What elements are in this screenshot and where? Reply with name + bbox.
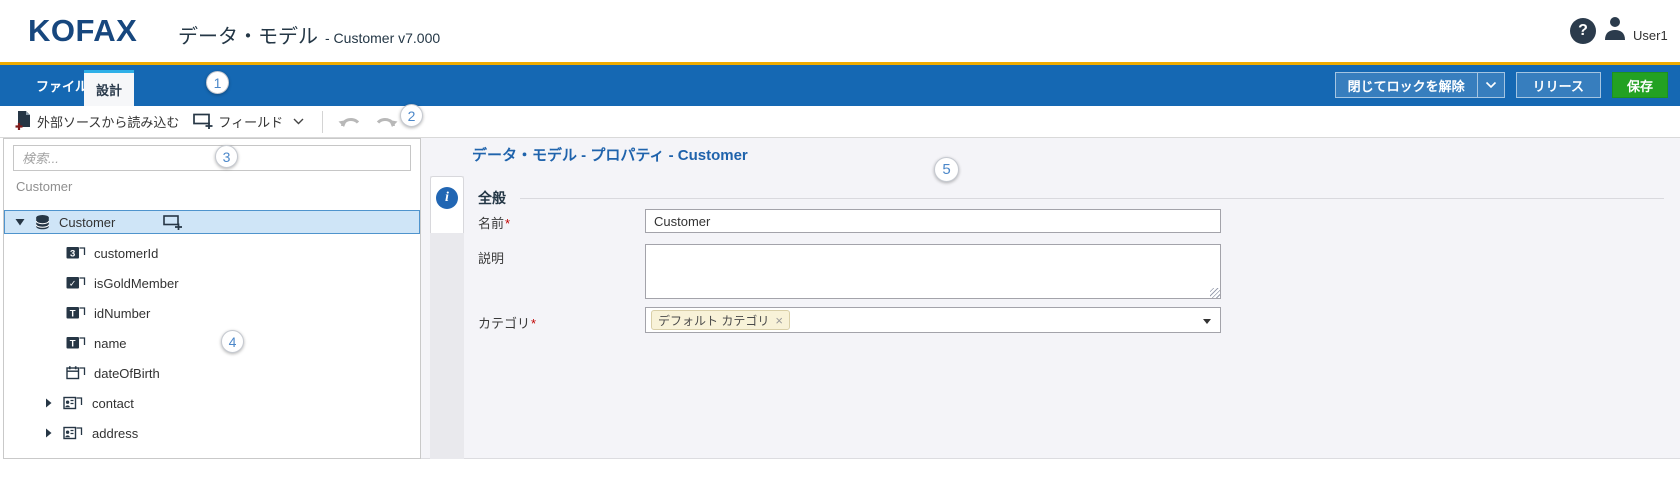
user-icon bbox=[1602, 14, 1628, 46]
category-combobox[interactable]: デフォルト カテゴリ × bbox=[645, 307, 1221, 333]
tree-label: customerId bbox=[94, 246, 158, 261]
tree-label: contact bbox=[92, 396, 134, 411]
tree-row-idnumber[interactable]: T idNumber bbox=[4, 301, 420, 325]
annotation-step-2: 2 bbox=[400, 104, 423, 127]
field-plus-icon bbox=[193, 112, 214, 132]
section-title: 全般 bbox=[478, 188, 506, 208]
page-plus-icon bbox=[14, 110, 33, 134]
add-field-icon[interactable] bbox=[163, 214, 184, 230]
tree-row-name[interactable]: T name bbox=[4, 331, 420, 355]
name-input[interactable] bbox=[645, 209, 1221, 233]
general-section-header: 全般 bbox=[478, 188, 1664, 208]
tree-label: address bbox=[92, 426, 138, 441]
tree-row-customerid[interactable]: 3 customerId bbox=[4, 241, 420, 265]
app-title: データ・モデル bbox=[178, 20, 318, 49]
field-label: フィールド bbox=[218, 112, 283, 131]
import-external-source-button[interactable]: 外部ソースから読み込む bbox=[14, 110, 179, 134]
svg-text:✓: ✓ bbox=[69, 279, 77, 289]
tree-row-customer[interactable]: Customer bbox=[4, 210, 420, 234]
category-tag: デフォルト カテゴリ × bbox=[651, 310, 790, 330]
redo-icon bbox=[374, 113, 399, 130]
info-icon: i bbox=[436, 187, 458, 209]
category-field-label: カテゴリ* bbox=[478, 313, 536, 332]
undo-button[interactable] bbox=[337, 113, 362, 130]
app-subtitle: - Customer v7.000 bbox=[325, 30, 440, 46]
undo-icon bbox=[337, 113, 362, 130]
tree-label: idNumber bbox=[94, 306, 150, 321]
complex-field-icon bbox=[63, 395, 83, 411]
close-unlock-button[interactable]: 閉じてロックを解除 bbox=[1335, 72, 1477, 98]
save-button[interactable]: 保存 bbox=[1612, 72, 1668, 98]
annotation-step-3: 3 bbox=[215, 145, 238, 168]
annotation-step-5: 5 bbox=[934, 157, 959, 182]
redo-button[interactable] bbox=[374, 113, 399, 130]
boolean-field-icon: ✓ bbox=[66, 275, 86, 291]
category-tag-label: デフォルト カテゴリ bbox=[658, 312, 769, 329]
chevron-down-icon bbox=[1485, 81, 1497, 89]
import-label: 外部ソースから読み込む bbox=[37, 112, 179, 131]
close-unlock-split-button: 閉じてロックを解除 bbox=[1335, 72, 1505, 98]
svg-text:T: T bbox=[70, 309, 76, 320]
tree-label: name bbox=[94, 336, 127, 351]
kofax-logo: KOFAX bbox=[28, 13, 137, 49]
entity-icon bbox=[34, 214, 51, 231]
release-button[interactable]: リリース bbox=[1516, 72, 1601, 98]
toolbar-separator bbox=[322, 111, 323, 133]
tree-label: dateOfBirth bbox=[94, 366, 160, 381]
app-header: KOFAX データ・モデル - Customer v7.000 ? User1 bbox=[0, 0, 1680, 62]
text-field-icon: T bbox=[66, 305, 86, 321]
textarea-resize-handle[interactable] bbox=[1210, 288, 1220, 298]
user-menu[interactable]: User1 bbox=[1602, 14, 1668, 46]
tab-general-info[interactable]: i bbox=[430, 176, 464, 233]
tree-label: Customer bbox=[59, 215, 115, 230]
properties-heading: データ・モデル - プロパティ - Customer bbox=[472, 144, 748, 165]
required-asterisk: * bbox=[505, 216, 510, 231]
ribbon-bar: ファイル 設計 閉じてロックを解除 リリース 保存 bbox=[0, 65, 1680, 106]
ribbon-actions: 閉じてロックを解除 リリース 保存 bbox=[1335, 72, 1668, 98]
description-textarea[interactable] bbox=[645, 244, 1221, 299]
search-input[interactable] bbox=[13, 145, 411, 171]
annotation-step-4: 4 bbox=[221, 330, 244, 353]
page-title: データ・モデル - Customer v7.000 bbox=[178, 20, 440, 49]
help-icon[interactable]: ? bbox=[1570, 18, 1596, 44]
expand-arrow-icon[interactable] bbox=[42, 398, 54, 408]
number-field-icon: 3 bbox=[66, 245, 86, 261]
close-unlock-dropdown[interactable] bbox=[1477, 72, 1505, 98]
svg-text:T: T bbox=[70, 339, 76, 350]
complex-field-icon bbox=[63, 425, 83, 441]
tab-design[interactable]: 設計 bbox=[84, 70, 134, 106]
design-toolbar: 外部ソースから読み込む フィールド bbox=[0, 106, 1680, 138]
add-field-button[interactable]: フィールド bbox=[193, 112, 304, 132]
tree-row-dateofbirth[interactable]: dateOfBirth bbox=[4, 361, 420, 385]
description-field-label: 説明 bbox=[478, 248, 504, 267]
text-field-icon: T bbox=[66, 335, 86, 351]
svg-text:3: 3 bbox=[70, 249, 75, 260]
date-field-icon bbox=[66, 365, 86, 381]
collapse-arrow-icon[interactable] bbox=[14, 218, 26, 226]
name-field-label: 名前* bbox=[478, 213, 510, 232]
user-name: User1 bbox=[1633, 28, 1668, 46]
tree-row-address[interactable]: address bbox=[4, 421, 420, 445]
expand-arrow-icon[interactable] bbox=[42, 428, 54, 438]
chevron-down-icon bbox=[293, 118, 304, 125]
section-divider bbox=[520, 198, 1664, 199]
annotation-step-1: 1 bbox=[206, 71, 229, 94]
required-asterisk: * bbox=[531, 316, 536, 331]
tree-row-contact[interactable]: contact bbox=[4, 391, 420, 415]
tree-label: isGoldMember bbox=[94, 276, 179, 291]
model-name-label: Customer bbox=[16, 179, 72, 194]
tree-row-isgoldmember[interactable]: ✓ isGoldMember bbox=[4, 271, 420, 295]
data-model-tree-panel: Customer Customer 3 customerId ✓ isGoldM… bbox=[3, 138, 421, 459]
combobox-arrow-icon[interactable] bbox=[1203, 319, 1211, 324]
remove-tag-icon[interactable]: × bbox=[775, 313, 783, 328]
